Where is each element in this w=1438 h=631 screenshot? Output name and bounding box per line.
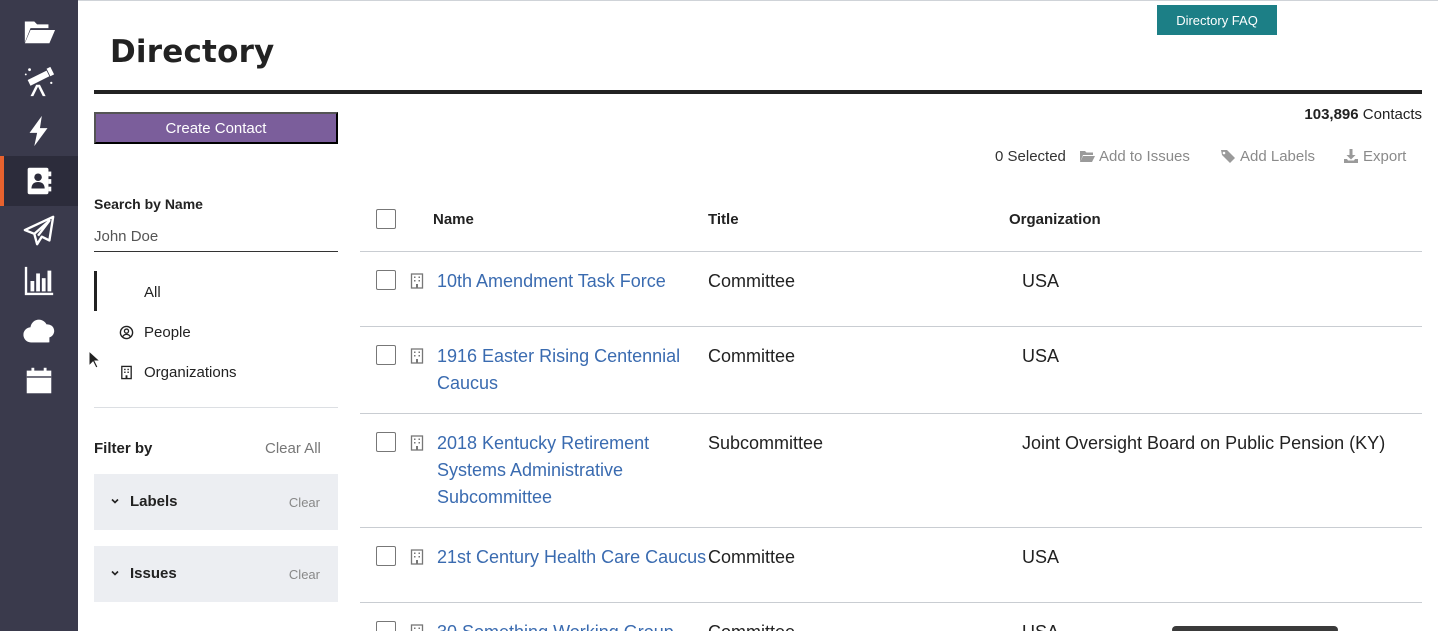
selected-count: 0 Selected: [995, 147, 1066, 165]
lightning-icon: [29, 115, 48, 147]
contact-organization: USA: [1022, 271, 1060, 291]
type-filter-people[interactable]: People: [118, 321, 191, 343]
building-icon: [118, 364, 134, 380]
contact-name-link[interactable]: 30 Something Working Group: [437, 619, 692, 631]
filter-by-label: Filter by: [94, 440, 153, 457]
add-labels-label: Add Labels: [1240, 147, 1316, 165]
contact-name-link[interactable]: 10th Amendment Task Force: [437, 268, 692, 295]
column-header-name[interactable]: Name: [433, 211, 474, 228]
contact-title: Committee: [708, 547, 796, 567]
type-filter-all-label: All: [144, 283, 161, 301]
clear-all-filters-link[interactable]: Clear All: [265, 440, 321, 457]
table-row[interactable]: 2018 Kentucky Retirement Systems Adminis…: [360, 414, 1422, 528]
chevron-down-icon: [111, 570, 119, 576]
table-header: Name Title Organization: [360, 190, 1422, 252]
building-icon: [410, 273, 424, 289]
panel-divider: [94, 407, 338, 408]
contact-organization: USA: [1022, 547, 1060, 567]
contacts-count-label: Contacts: [1362, 106, 1422, 123]
filter-labels-clear[interactable]: Clear: [289, 495, 320, 510]
filter-labels-section[interactable]: Labels Clear: [94, 474, 338, 530]
chevron-down-icon: [111, 498, 119, 504]
calendar-icon: [26, 367, 52, 394]
contact-title: Committee: [708, 346, 796, 366]
title-divider: [94, 90, 1422, 94]
type-active-indicator: [94, 271, 97, 311]
contact-organization: Joint Oversight Board on Public Pension …: [1022, 433, 1386, 453]
table-row[interactable]: 1916 Easter Rising Centennial Caucus Com…: [360, 327, 1422, 414]
search-name-input[interactable]: [94, 221, 338, 252]
row-checkbox[interactable]: [376, 432, 396, 452]
directory-faq-button[interactable]: Directory FAQ: [1157, 5, 1277, 35]
telescope-icon: [24, 66, 55, 97]
filter-labels-title: Labels: [130, 493, 178, 510]
filter-issues-section[interactable]: Issues Clear: [94, 546, 338, 602]
mouse-cursor-icon: [88, 350, 100, 369]
row-checkbox[interactable]: [376, 621, 396, 631]
export-label: Export: [1363, 147, 1407, 165]
table-row[interactable]: 21st Century Health Care Caucus Committe…: [360, 528, 1422, 603]
building-icon: [410, 348, 424, 364]
table-row[interactable]: 10th Amendment Task Force Committee USA: [360, 252, 1422, 327]
download-icon: [1344, 149, 1358, 163]
paper-plane-icon: [23, 215, 55, 246]
row-checkbox[interactable]: [376, 546, 396, 566]
rail-item-cloud[interactable]: [0, 306, 78, 356]
create-contact-button[interactable]: Create Contact: [94, 112, 338, 144]
contact-title: Committee: [708, 619, 795, 631]
search-by-name-label: Search by Name: [94, 196, 203, 212]
bar-chart-icon: [24, 266, 54, 296]
person-circle-icon: [118, 324, 134, 340]
contact-organization: USA: [1022, 619, 1059, 631]
filter-issues-clear[interactable]: Clear: [289, 567, 320, 582]
rail-item-folders[interactable]: [0, 6, 78, 56]
contact-title: Subcommittee: [708, 433, 824, 453]
rail-item-reports[interactable]: [0, 256, 78, 306]
building-icon: [410, 624, 424, 631]
select-all-checkbox[interactable]: [376, 209, 396, 229]
address-book-icon: [27, 167, 52, 195]
add-to-issues-button[interactable]: Add to Issues: [1079, 146, 1190, 166]
add-labels-button[interactable]: Add Labels: [1220, 146, 1315, 166]
building-icon: [410, 435, 424, 451]
row-checkbox[interactable]: [376, 270, 396, 290]
column-header-organization[interactable]: Organization: [1009, 211, 1101, 228]
contact-name-link[interactable]: 2018 Kentucky Retirement Systems Adminis…: [437, 430, 692, 511]
type-filter-all[interactable]: All: [144, 281, 161, 303]
type-filter-people-label: People: [144, 323, 191, 341]
rail-item-calendar[interactable]: [0, 356, 78, 406]
rail-item-actions[interactable]: [0, 106, 78, 156]
folder-open-icon: [1080, 151, 1095, 162]
tag-icon: [1221, 150, 1235, 163]
rail-item-discover[interactable]: [0, 56, 78, 106]
top-border: [78, 0, 1438, 1]
add-to-issues-label: Add to Issues: [1099, 147, 1190, 165]
contact-organization: USA: [1022, 346, 1060, 366]
type-filter-organizations-label: Organizations: [144, 363, 237, 381]
folder-open-icon: [24, 21, 56, 44]
contact-name-link[interactable]: 21st Century Health Care Caucus: [437, 544, 706, 571]
cloud-icon: [23, 319, 55, 343]
app-sidebar-rail: [0, 0, 78, 631]
building-icon: [410, 549, 424, 565]
rail-item-directory[interactable]: [0, 156, 78, 206]
contacts-count-value: 103,896: [1304, 106, 1359, 123]
contact-title: Committee: [708, 271, 796, 291]
contacts-count: 103,896 Contacts: [1304, 106, 1422, 123]
tooltip-bar: [1172, 626, 1338, 631]
row-checkbox[interactable]: [376, 345, 396, 365]
export-button[interactable]: Export: [1343, 146, 1406, 166]
rail-item-outreach[interactable]: [0, 206, 78, 256]
page-title: Directory: [110, 34, 275, 70]
type-filter-organizations[interactable]: Organizations: [118, 361, 237, 383]
filter-issues-title: Issues: [130, 565, 177, 582]
column-header-title[interactable]: Title: [708, 211, 739, 228]
contact-name-link[interactable]: 1916 Easter Rising Centennial Caucus: [437, 343, 692, 397]
